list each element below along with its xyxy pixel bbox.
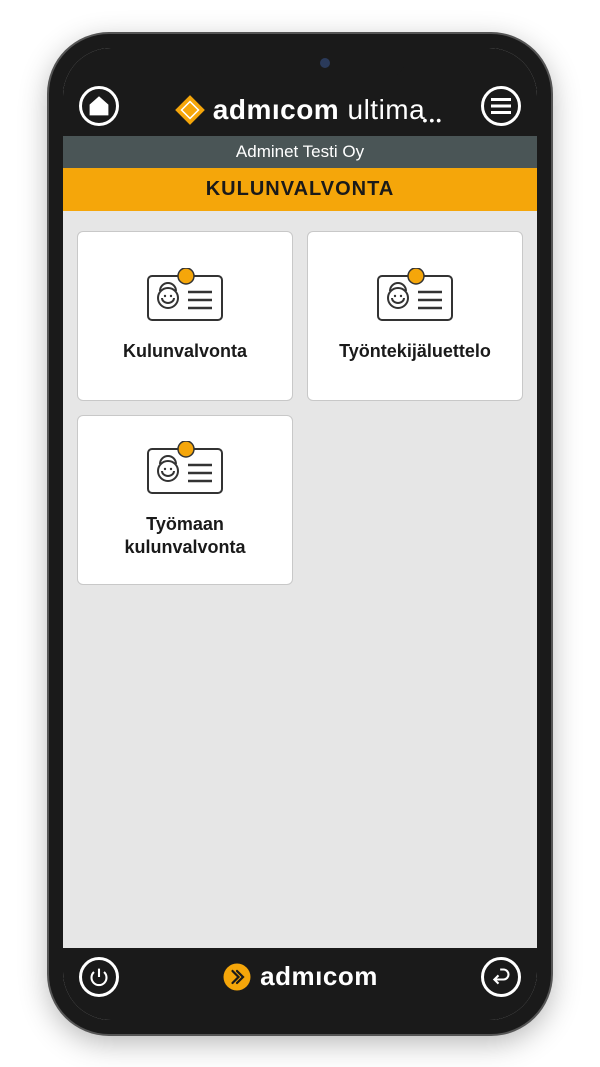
- card-kulunvalvonta[interactable]: Kulunvalvonta: [77, 231, 293, 401]
- brand: admıcom ultima •••: [175, 94, 425, 126]
- id-card-icon: [376, 268, 454, 322]
- menu-button[interactable]: [481, 86, 521, 126]
- power-icon: [89, 967, 109, 987]
- phone-notch: [195, 48, 405, 78]
- section-title-bar: KULUNVALVONTA: [63, 168, 537, 211]
- card-label: Kulunvalvonta: [123, 340, 247, 363]
- card-grid: Kulunvalvonta Työntekijäluettelo: [63, 211, 537, 948]
- footer-brand: admıcom: [222, 961, 378, 992]
- id-card-icon: [146, 268, 224, 322]
- footer-brand-text: admıcom: [260, 961, 378, 992]
- ellipsis-icon: •••: [422, 112, 443, 128]
- back-button[interactable]: [481, 957, 521, 997]
- power-button[interactable]: [79, 957, 119, 997]
- camera-dot: [320, 58, 330, 68]
- home-button[interactable]: [79, 86, 119, 126]
- company-bar: Adminet Testi Oy: [63, 136, 537, 168]
- back-icon: [491, 967, 511, 987]
- phone-frame: admıcom ultima ••• Adminet Testi Oy KULU…: [49, 34, 551, 1034]
- section-title: KULUNVALVONTA: [206, 178, 395, 200]
- hamburger-icon: [491, 98, 511, 114]
- card-tyomaan-kulunvalvonta[interactable]: Työmaan kulunvalvonta: [77, 415, 293, 585]
- screen: admıcom ultima ••• Adminet Testi Oy KULU…: [63, 48, 537, 1020]
- company-name: Adminet Testi Oy: [236, 142, 364, 161]
- card-label: Työntekijäluettelo: [339, 340, 491, 363]
- card-tyontekijaluettelo[interactable]: Työntekijäluettelo: [307, 231, 523, 401]
- brand-logo-icon: [175, 95, 205, 125]
- home-icon: [88, 95, 110, 117]
- app-footer: admıcom: [63, 948, 537, 1020]
- brand-text: admıcom ultima: [213, 94, 425, 126]
- card-label: Työmaan kulunvalvonta: [88, 513, 282, 558]
- brand-light: ultima: [348, 94, 426, 125]
- id-card-icon: [146, 441, 224, 495]
- footer-logo-icon: [222, 962, 252, 992]
- brand-bold: admıcom: [213, 94, 339, 125]
